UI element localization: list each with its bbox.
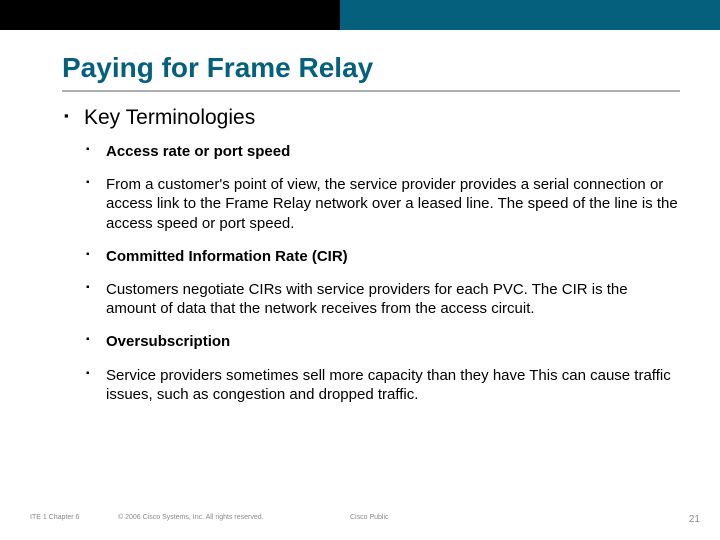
- bullet-item: From a customer's point of view, the ser…: [84, 175, 680, 233]
- bullet-text: Service providers sometimes sell more ca…: [106, 367, 671, 403]
- header-bar-accent: [0, 0, 340, 30]
- bullet-item: Committed Information Rate (CIR): [84, 247, 680, 266]
- bullet-text: From a customer's point of view, the ser…: [106, 176, 678, 231]
- bullet-text: Committed Information Rate (CIR): [106, 248, 348, 265]
- footer: ITE 1 Chapter 6 © 2006 Cisco Systems, In…: [0, 514, 720, 528]
- bullet-text: Oversubscription: [106, 333, 230, 350]
- header-bar: [0, 0, 720, 30]
- bullet-item: Customers negotiate CIRs with service pr…: [84, 280, 680, 318]
- footer-left-3: Cisco Public: [350, 514, 389, 521]
- footer-left-1: ITE 1 Chapter 6: [30, 514, 79, 521]
- footer-left-2: © 2006 Cisco Systems, Inc. All rights re…: [118, 514, 264, 521]
- slide-title: Paying for Frame Relay: [62, 52, 680, 84]
- content-area: Key Terminologies Access rate or port sp…: [62, 106, 680, 418]
- title-underline: [62, 90, 680, 92]
- subtitle-text: Key Terminologies: [84, 106, 255, 129]
- bullet-item: Oversubscription: [84, 332, 680, 351]
- page-number: 21: [689, 514, 700, 525]
- subtitle-item: Key Terminologies Access rate or port sp…: [62, 106, 680, 404]
- bullet-item: Access rate or port speed: [84, 142, 680, 161]
- bullet-text: Access rate or port speed: [106, 143, 290, 160]
- bullet-text: Customers negotiate CIRs with service pr…: [106, 281, 628, 317]
- bullet-item: Service providers sometimes sell more ca…: [84, 366, 680, 404]
